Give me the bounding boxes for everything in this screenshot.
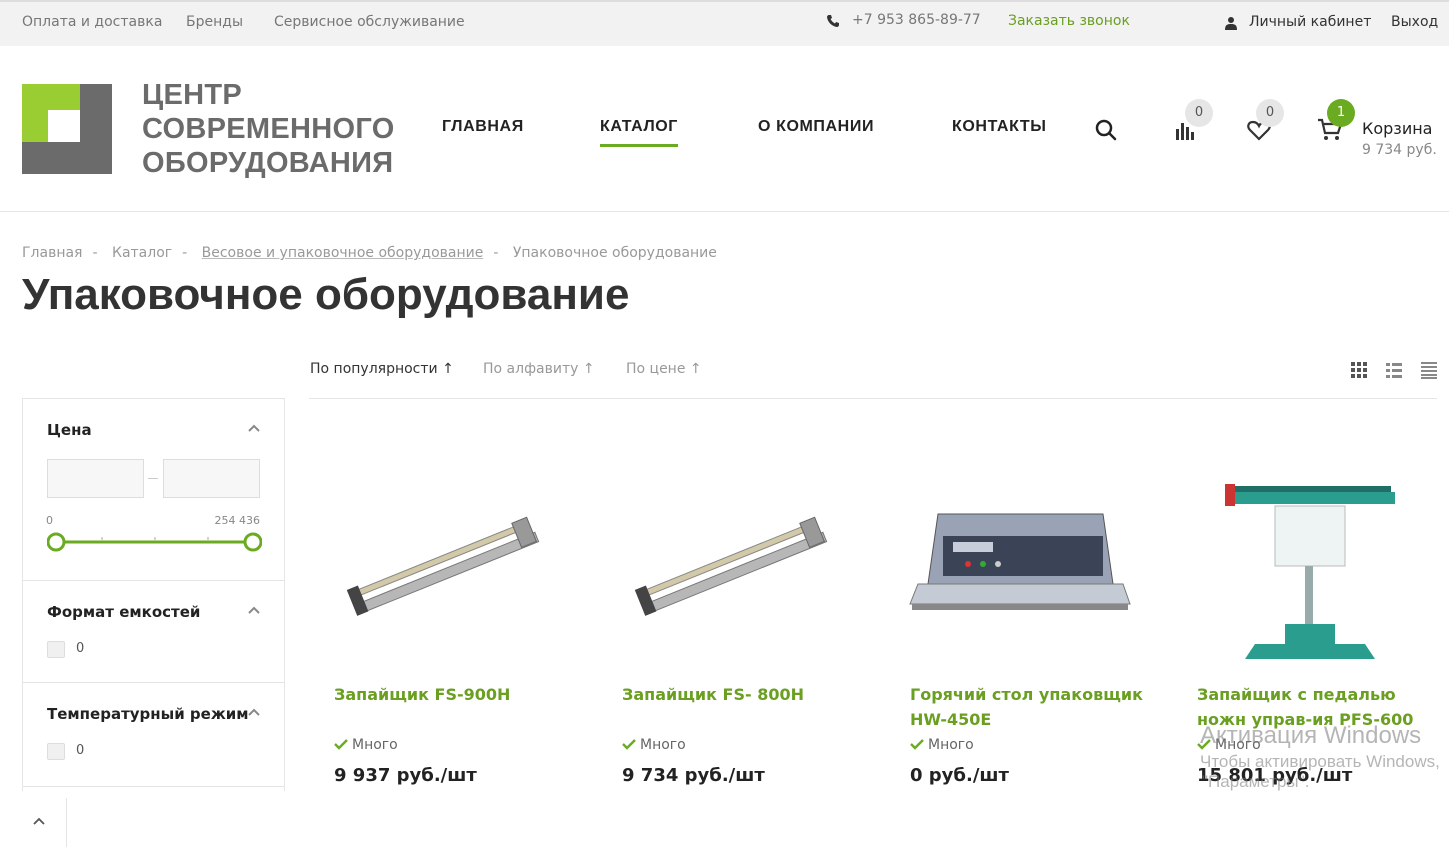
logo-icon[interactable] [22, 84, 112, 174]
logo-line-3: ОБОРУДОВАНИЯ [142, 147, 394, 179]
chevron-up-icon[interactable] [247, 605, 261, 615]
breadcrumb: Главная - Каталог - Весовое и упаковочное … [22, 245, 717, 261]
price-max-input[interactable] [163, 459, 260, 498]
filter-price-title[interactable]: Цена [47, 421, 92, 439]
nav-home[interactable]: ГЛАВНАЯ [442, 118, 524, 136]
compare-count-badge: 0 [1185, 99, 1213, 127]
price-min-input[interactable] [47, 459, 144, 498]
slider-handle-min [47, 532, 66, 552]
product-price: 0 руб./шт [910, 765, 1009, 786]
temperature-option-label: 0 [76, 743, 85, 758]
filter-price: Цена 0 254 436 [23, 399, 284, 581]
breadcrumb-home[interactable]: Главная [22, 245, 82, 261]
link-service[interactable]: Сервисное обслуживание [274, 14, 465, 30]
chevron-up-icon [33, 817, 45, 825]
arrow-up-icon: ↑ [689, 361, 702, 377]
list-view-icon[interactable] [1385, 361, 1403, 379]
product-image[interactable] [620, 444, 845, 669]
cart-label[interactable]: Корзина [1362, 119, 1432, 138]
price-max-label: 254 436 [214, 514, 261, 527]
table-view-icon[interactable] [1420, 361, 1438, 379]
price-min-label: 0 [46, 514, 53, 527]
sort-alphabet-label: По алфавиту [483, 361, 579, 377]
logo-line-2: СОВРЕМЕННОГО [142, 113, 395, 145]
sort-popularity-label: По популярности [310, 361, 438, 377]
product-image[interactable] [1195, 444, 1420, 669]
check-icon [334, 739, 348, 750]
stock-label: Много [928, 737, 974, 753]
check-icon [910, 739, 924, 750]
nav-contacts[interactable]: КОНТАКТЫ [952, 118, 1047, 136]
account-link[interactable]: Личный кабинет [1249, 14, 1371, 30]
temperature-checkbox[interactable] [47, 743, 65, 760]
product-name[interactable]: Запайщик FS-900H [334, 682, 574, 707]
product-card[interactable]: Горячий стол упаковщик HW-450E Много 0 р… [898, 440, 1163, 800]
breadcrumb-current: Упаковочное оборудование [512, 245, 717, 261]
container-format-checkbox[interactable] [47, 641, 65, 658]
sort-price-label: По цене [626, 361, 686, 377]
favorites-count-badge: 0 [1256, 99, 1284, 127]
product-name[interactable]: Запайщик FS- 800H [622, 682, 862, 707]
user-icon [1225, 17, 1237, 30]
sort-divider [309, 398, 1437, 399]
chevron-up-icon[interactable] [247, 423, 261, 433]
product-image[interactable] [908, 444, 1133, 669]
stock-status: Много [622, 737, 686, 753]
sort-alphabet[interactable]: По алфавиту ↑ [483, 361, 595, 377]
grid-view-icon[interactable] [1350, 361, 1368, 379]
price-slider[interactable] [47, 532, 262, 552]
phone-icon [827, 15, 839, 27]
price-dash [148, 478, 158, 479]
page-title: Упаковочное оборудование [22, 270, 630, 319]
filter-container-format-title[interactable]: Формат емкостей [47, 603, 200, 621]
filter-temperature-title[interactable]: Температурный режим [47, 705, 249, 723]
filter-temperature: Температурный режим 0 [23, 683, 284, 787]
phone-number[interactable]: +7 953 865-89-77 [852, 12, 981, 28]
logout-link[interactable]: Выход [1391, 14, 1438, 30]
nav-catalog[interactable]: КАТАЛОГ [600, 118, 678, 147]
product-image[interactable] [332, 444, 557, 669]
product-card[interactable]: Запайщик FS-900H Много 9 937 руб./шт [322, 440, 587, 800]
stock-status: Много [334, 737, 398, 753]
product-price: 9 937 руб./шт [334, 765, 477, 786]
filter-container-format: Формат емкостей 0 [23, 581, 284, 683]
stock-status: Много [910, 737, 974, 753]
chevron-up-icon[interactable] [247, 707, 261, 717]
sort-price[interactable]: По цене ↑ [626, 361, 702, 377]
stock-label: Много [640, 737, 686, 753]
callback-link[interactable]: Заказать звонок [1008, 13, 1130, 29]
check-icon [622, 739, 636, 750]
product-price: 9 734 руб./шт [622, 765, 765, 786]
filter-panel: Цена 0 254 436 Формат емкостей 0 Темпера… [22, 398, 285, 791]
link-payment-delivery[interactable]: Оплата и доставка [22, 14, 162, 30]
top-bar: Оплата и доставка Бренды Сервисное обслу… [0, 0, 1449, 46]
logo-text[interactable]: ЦЕНТР СОВРЕМЕННОГО ОБОРУДОВАНИЯ [142, 78, 395, 180]
product-card[interactable]: Запайщик FS- 800H Много 9 734 руб./шт [610, 440, 875, 800]
product-name[interactable]: Горячий стол упаковщик HW-450E [910, 682, 1150, 732]
watermark-line-3: "Параметры". [1202, 772, 1310, 791]
cart-total: 9 734 руб. [1362, 142, 1437, 158]
search-icon[interactable] [1095, 119, 1117, 141]
site-header: ЦЕНТР СОВРЕМЕННОГО ОБОРУДОВАНИЯ ГЛАВНАЯ … [0, 46, 1449, 212]
cart-count-badge: 1 [1327, 99, 1355, 127]
breadcrumb-catalog[interactable]: Каталог [112, 245, 172, 261]
slider-handle-max [243, 532, 262, 552]
logo-line-1: ЦЕНТР [142, 79, 243, 111]
link-brands[interactable]: Бренды [186, 14, 243, 30]
nav-about[interactable]: О КОМПАНИИ [758, 118, 874, 136]
watermark-line-1: Активация Windows [1200, 722, 1422, 749]
stock-label: Много [352, 737, 398, 753]
arrow-up-icon: ↑ [442, 361, 454, 377]
container-format-option-label: 0 [76, 641, 85, 656]
watermark-line-2: Чтобы активировать Windows, [1200, 752, 1440, 771]
sort-popularity[interactable]: По популярности ↑ [310, 361, 454, 377]
scroll-top-button[interactable] [0, 798, 67, 847]
windows-activation-watermark: Активация Windows Чтобы активировать Win… [1200, 722, 1440, 792]
breadcrumb-weighing-packaging[interactable]: Весовое и упаковочное оборудование [202, 245, 484, 261]
arrow-up-icon: ↑ [582, 361, 595, 377]
